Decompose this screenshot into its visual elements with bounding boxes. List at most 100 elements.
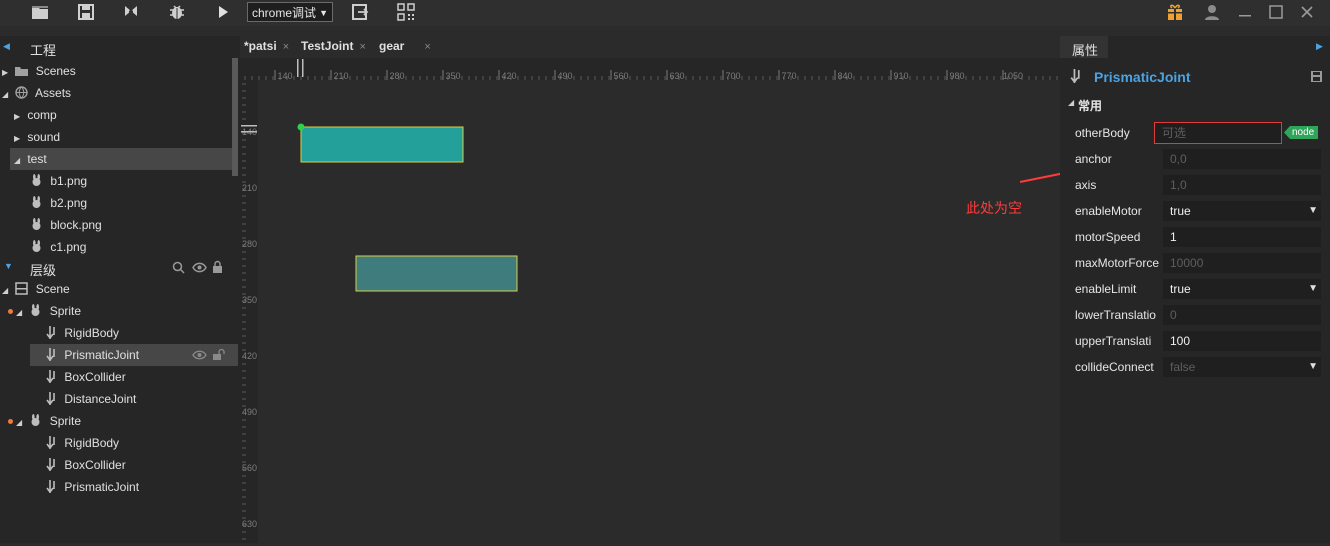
expanded-icon[interactable]: ◢: [16, 302, 26, 324]
tab-testjoint[interactable]: TestJoint ×: [301, 39, 366, 53]
save-icon[interactable]: [1310, 70, 1323, 83]
export-icon[interactable]: [351, 3, 371, 23]
tab-label: *patsi: [244, 39, 277, 53]
pivot-handle[interactable]: [297, 123, 305, 131]
collapse-down-icon[interactable]: ▼: [4, 261, 13, 271]
enablelimit-select[interactable]: true ▼: [1163, 279, 1321, 299]
sprite-box-slate[interactable]: [355, 255, 518, 292]
axis-field[interactable]: 1,0: [1163, 175, 1321, 195]
enablemotor-select[interactable]: true ▼: [1163, 201, 1321, 221]
hierarchy-item-distancejoint[interactable]: DistanceJoint: [44, 388, 234, 410]
anchor-field[interactable]: 0,0: [1163, 149, 1321, 169]
ruler-v-marks: 140210280350420490560630: [241, 83, 257, 540]
expand-icon[interactable]: ▶: [2, 62, 12, 84]
tree-item-test[interactable]: ◢ test: [10, 148, 232, 170]
collapse-right-icon[interactable]: ▶: [1316, 41, 1323, 52]
hierarchy-item-label: Scene: [35, 282, 70, 296]
hierarchy-item-scene[interactable]: ◢ Scene: [2, 278, 232, 300]
lock-icon[interactable]: [212, 260, 223, 274]
lowertranslation-value: 0: [1170, 308, 1177, 322]
ruler-tick-label: 770: [781, 71, 796, 80]
scene-view[interactable]: 此处为空: [258, 80, 1150, 543]
tree-item-sound[interactable]: ▶ sound: [14, 126, 232, 148]
user-icon[interactable]: [1203, 3, 1221, 21]
lowertranslation-field[interactable]: 0: [1163, 305, 1321, 325]
tree-item-assets[interactable]: ◢ Assets: [2, 82, 232, 104]
expand-icon[interactable]: ▶: [14, 128, 24, 150]
prop-label-enablelimit: enableLimit: [1075, 282, 1137, 296]
expanded-icon[interactable]: ◢: [1068, 98, 1074, 107]
ruler-tick-label: 630: [669, 71, 684, 80]
tree-item-label: sound: [27, 130, 61, 144]
eye-icon[interactable]: [192, 261, 207, 274]
collideconnected-select[interactable]: false ▼: [1163, 357, 1321, 377]
tree-item-comp[interactable]: ▶ comp: [14, 104, 232, 126]
bug-icon[interactable]: [168, 3, 188, 23]
unlock-icon[interactable]: [212, 348, 226, 361]
close-tab-icon[interactable]: ×: [283, 41, 289, 53]
hierarchy-item-rigidbody[interactable]: RigidBody: [44, 432, 234, 454]
properties-tab[interactable]: 属性: [1060, 36, 1108, 58]
tab-gear[interactable]: gear ×: [379, 39, 431, 53]
hierarchy-item-sprite[interactable]: ◢ Sprite: [16, 410, 236, 432]
maximize-icon[interactable]: [1267, 3, 1285, 21]
prop-label-enablemotor: enableMotor: [1075, 204, 1142, 218]
tree-item-scenes[interactable]: ▶ Scenes: [2, 60, 232, 82]
component-icon: [1070, 69, 1080, 83]
motorspeed-field[interactable]: 1: [1163, 227, 1321, 247]
expanded-icon[interactable]: ◢: [2, 84, 12, 106]
hierarchy-panel-header: ▼ 层级: [0, 256, 240, 278]
hierarchy-item-rigidbody[interactable]: RigidBody: [44, 322, 234, 344]
folder-icon[interactable]: [31, 3, 51, 23]
qrcode-icon[interactable]: [397, 3, 417, 23]
close-tab-icon[interactable]: ×: [359, 41, 365, 53]
search-icon[interactable]: [172, 261, 185, 274]
expand-icon[interactable]: ▶: [14, 106, 24, 128]
tree-item-c1[interactable]: c1.png: [30, 236, 230, 256]
ruler-tick-label: 210: [333, 71, 348, 80]
enablemotor-value: true: [1170, 204, 1191, 218]
otherbody-field[interactable]: 可选: [1154, 122, 1282, 144]
hierarchy-item-boxcollider[interactable]: BoxCollider: [44, 366, 234, 388]
minimize-icon[interactable]: [1236, 3, 1254, 21]
ruler-tick-label: 1050: [1003, 71, 1023, 80]
browser-select[interactable]: chrome调试 ▼: [247, 2, 333, 22]
hierarchy-item-label: DistanceJoint: [64, 392, 137, 406]
ruler-tick-label: 490: [242, 407, 257, 417]
tab-patsi[interactable]: *patsi ×: [244, 39, 289, 53]
collapse-left-icon[interactable]: ◀: [3, 41, 10, 52]
gift-icon[interactable]: [1166, 3, 1184, 21]
close-icon[interactable]: [1298, 3, 1316, 21]
tree-item-label: Assets: [35, 86, 72, 100]
scene-canvas[interactable]: [258, 80, 1150, 543]
expanded-icon[interactable]: ◢: [2, 280, 12, 302]
expanded-icon[interactable]: ◢: [16, 412, 26, 434]
ruler-tick-label: 140: [277, 71, 292, 80]
publish-icon[interactable]: [122, 3, 142, 23]
sprite-box-teal[interactable]: [300, 126, 464, 163]
close-tab-icon[interactable]: ×: [424, 41, 430, 53]
expanded-icon[interactable]: ◢: [14, 150, 24, 172]
eye-icon[interactable]: [192, 349, 207, 361]
uppertranslation-field[interactable]: 100: [1163, 331, 1321, 351]
globe-icon: [15, 86, 29, 99]
maxmotorforce-field[interactable]: 10000: [1163, 253, 1321, 273]
project-panel: ◀ 工程 ▶ Scenes ◢ Assets ▶ comp ▶ sound ◢ …: [0, 36, 240, 256]
hierarchy-item-boxcollider[interactable]: BoxCollider: [44, 454, 234, 476]
project-scrollbar[interactable]: [232, 58, 238, 176]
play-icon[interactable]: [214, 3, 234, 23]
maxmotorforce-value: 10000: [1170, 256, 1204, 270]
tree-item-b1[interactable]: b1.png: [30, 170, 230, 192]
ruler-tick-label: 420: [501, 71, 516, 80]
hierarchy-item-prismaticjoint[interactable]: PrismaticJoint: [30, 344, 238, 366]
tree-item-label: block.png: [50, 218, 102, 232]
prop-label-collideconnected: collideConnect: [1075, 360, 1154, 374]
hierarchy-panel: ▼ 层级 ◢ Scene ◢ Sprite RigidBody Prismati…: [0, 256, 240, 543]
tree-item-block[interactable]: block.png: [30, 214, 230, 236]
hierarchy-item-prismaticjoint[interactable]: PrismaticJoint: [44, 476, 234, 498]
ruler-tick-label: 280: [242, 239, 257, 249]
tree-item-b2[interactable]: b2.png: [30, 192, 230, 214]
save-icon[interactable]: [77, 3, 97, 23]
hierarchy-item-sprite[interactable]: ◢ Sprite: [16, 300, 236, 322]
ruler-tick-label: 210: [242, 183, 257, 193]
